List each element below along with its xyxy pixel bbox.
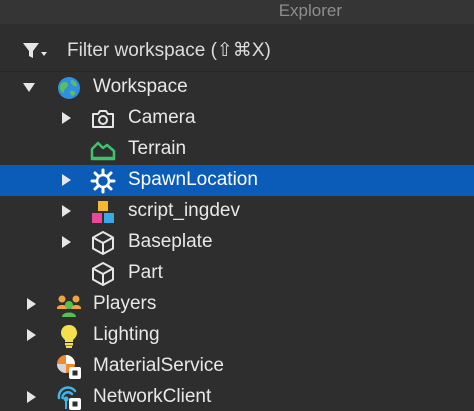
- tree-item-baseplate[interactable]: Baseplate: [0, 227, 474, 258]
- explorer-tree: Workspace Camera Terrain SpawnLocation s…: [0, 72, 474, 411]
- lightbulb-icon: [56, 323, 82, 349]
- tree-item-label: Players: [93, 293, 157, 314]
- part-icon: [90, 261, 116, 287]
- expand-arrow-icon[interactable]: [27, 329, 36, 341]
- explorer-panel: Explorer Filter workspace (⇧⌘X) Workspac…: [0, 0, 474, 411]
- tree-item-lighting[interactable]: Lighting: [0, 320, 474, 351]
- panel-title: Explorer: [278, 1, 342, 20]
- tree-item-label: MaterialService: [93, 355, 224, 376]
- network-client-icon: [56, 385, 82, 411]
- expand-arrow-icon[interactable]: [27, 298, 36, 310]
- expand-arrow-icon[interactable]: [62, 174, 71, 186]
- tree-item-label: Baseplate: [128, 231, 213, 252]
- tree-item-players[interactable]: Players: [0, 289, 474, 320]
- expand-arrow-icon[interactable]: [62, 112, 71, 124]
- filter-workspace-input[interactable]: Filter workspace (⇧⌘X): [0, 29, 474, 71]
- expand-arrow-icon[interactable]: [27, 391, 36, 403]
- filter-placeholder: Filter workspace (⇧⌘X): [67, 40, 271, 61]
- tree-item-terrain[interactable]: Terrain: [0, 134, 474, 165]
- tree-item-workspace[interactable]: Workspace: [0, 72, 474, 103]
- tree-item-camera[interactable]: Camera: [0, 103, 474, 134]
- camera-icon: [90, 106, 116, 132]
- spawn-location-icon: [90, 168, 116, 194]
- tree-item-label: Camera: [128, 107, 196, 128]
- terrain-icon: [90, 137, 116, 163]
- tree-item-label: SpawnLocation: [128, 169, 258, 190]
- tree-item-part[interactable]: Part: [0, 258, 474, 289]
- expand-arrow-icon[interactable]: [62, 236, 71, 248]
- tree-item-spawn-location[interactable]: SpawnLocation: [0, 165, 474, 196]
- tree-item-script-ingdev[interactable]: script_ingdev: [0, 196, 474, 227]
- players-icon: [56, 292, 82, 318]
- tree-item-label: Workspace: [93, 76, 188, 97]
- model-icon: [90, 199, 116, 225]
- tree-item-label: script_ingdev: [128, 200, 240, 221]
- tree-item-material-service[interactable]: MaterialService: [0, 351, 474, 382]
- part-icon: [90, 230, 116, 256]
- expand-arrow-icon[interactable]: [62, 205, 71, 217]
- tree-item-label: Terrain: [128, 138, 187, 159]
- filter-icon[interactable]: [22, 41, 48, 61]
- tree-item-label: Part: [128, 262, 163, 283]
- expand-arrow-icon[interactable]: [23, 83, 35, 92]
- tree-item-label: NetworkClient: [93, 386, 212, 407]
- panel-title-bar[interactable]: Explorer: [0, 0, 474, 24]
- tree-item-network-client[interactable]: NetworkClient: [0, 382, 474, 411]
- tree-item-label: Lighting: [93, 324, 160, 345]
- globe-icon: [56, 75, 82, 101]
- material-service-icon: [56, 354, 82, 380]
